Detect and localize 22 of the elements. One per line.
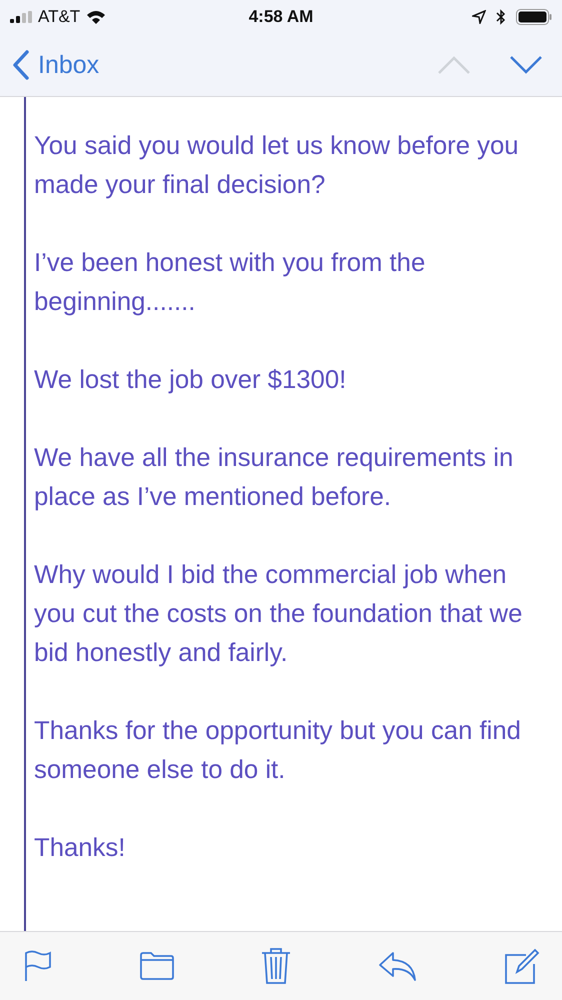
clock-time: 4:58 AM <box>248 7 314 27</box>
message-paragraph: We lost the job over $1300! <box>34 365 348 396</box>
flag-icon[interactable] <box>24 950 52 982</box>
message-paragraph: We have all the insurance requirements in place as I’ve mentioned before. <box>34 443 514 513</box>
location-icon <box>472 10 486 24</box>
message-paragraph: Why would I bid the commercial job when you cut the costs on the foundation that we bid honestly and fairly. <box>34 560 524 669</box>
next-message-icon[interactable] <box>510 56 542 74</box>
battery-icon <box>516 9 552 25</box>
folder-icon[interactable] <box>140 952 174 980</box>
message-paragraph: Thanks! <box>34 833 126 864</box>
wifi-icon <box>86 10 106 24</box>
message-paragraph: I’ve been honest with you from the beginning....... <box>34 248 426 318</box>
bluetooth-icon <box>496 9 506 25</box>
message-paragraph: You said you would let us know before you made your final decision? <box>34 131 520 201</box>
signal-icon <box>10 11 32 23</box>
back-chevron-icon <box>12 50 30 80</box>
compose-icon[interactable] <box>504 948 540 984</box>
message-paragraph: Thanks for the opportunity but you can find someone else to do it. <box>34 716 522 786</box>
carrier-name: AT&T <box>38 7 80 27</box>
trash-icon[interactable] <box>261 947 291 985</box>
back-button[interactable]: Inbox <box>12 50 100 80</box>
reply-icon[interactable] <box>378 951 416 981</box>
